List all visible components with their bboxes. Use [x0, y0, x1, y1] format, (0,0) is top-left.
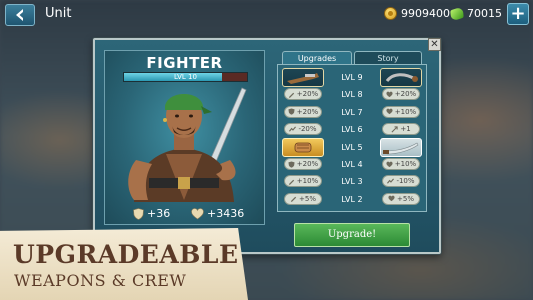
top-bar: Unit 9909400 70015 + [0, 0, 533, 30]
stat-bonus-value: +20% [296, 107, 319, 116]
speed-icon [387, 178, 395, 184]
hero-name: FIGHTER [146, 54, 223, 72]
stat-bonus-right: +5% [382, 192, 420, 205]
heart-icon [386, 108, 393, 115]
heart-icon [191, 207, 204, 219]
shield-icon [133, 207, 144, 220]
stat-bonus-value: +10% [394, 107, 417, 116]
upgrade-row: +20% +10% LVL 4 [280, 157, 424, 172]
stat-bonus-right: +10% [382, 158, 420, 170]
heart-icon [388, 195, 395, 202]
stat-bonus-right: -10% [382, 175, 420, 188]
weapon-slot-right[interactable] [380, 68, 422, 87]
upgrade-level-label: LVL 5 [341, 142, 363, 152]
fist-icon [294, 142, 312, 152]
gem-counter: 70015 [450, 5, 502, 22]
upgrade-button[interactable]: Upgrade! [294, 223, 410, 247]
upgrade-row: LVL 5 [280, 137, 424, 157]
close-icon: ✕ [430, 39, 439, 50]
stat-bonus-left: +10% [284, 175, 322, 188]
stat-bonus-left: +20% [284, 158, 322, 170]
health-stat: +3436 [191, 207, 244, 220]
upgrade-row: +20% +20% LVL 8 [280, 87, 424, 102]
upgrade-row: -20% +1 LVL 6 [280, 122, 424, 137]
speed-icon [289, 126, 297, 132]
sword-icon [288, 92, 294, 98]
stat-bonus-value: +20% [296, 90, 319, 99]
stat-bonus-right: +1 [382, 123, 420, 136]
tab-story[interactable]: Story [354, 51, 422, 65]
upgrade-level-label: LVL 6 [341, 125, 363, 135]
plus-icon: + [510, 3, 526, 24]
gem-icon [450, 5, 464, 22]
stat-bonus-left: +20% [284, 88, 322, 101]
shield-icon [288, 160, 295, 168]
stat-bonus-right: +10% [382, 105, 420, 118]
gem-amount: 70015 [467, 7, 502, 20]
add-currency-button[interactable]: + [507, 3, 529, 25]
blunderbuss-icon [287, 73, 319, 84]
coin-counter: 9909400 [384, 7, 450, 20]
upgrade-level-label: LVL 9 [341, 73, 363, 82]
hero-level-label: LVL 10 [174, 73, 197, 81]
stat-bonus-left: +20% [284, 105, 322, 118]
banner-subheadline: WEAPONS & CREW [14, 271, 187, 290]
stat-bonus-left: -20% [284, 123, 322, 136]
stat-bonus-value: +5% [299, 194, 316, 203]
upgrade-level-label: LVL 3 [341, 177, 363, 187]
cutlass-icon [383, 142, 419, 154]
chevron-left-icon [16, 9, 23, 21]
upgrade-row: LVL 9 [280, 68, 424, 87]
stat-bonus-value: -20% [298, 125, 317, 134]
tab-upgrades[interactable]: Upgrades [282, 51, 352, 65]
fighter-portrait [128, 87, 247, 202]
coin-icon [384, 7, 397, 20]
back-button[interactable] [5, 4, 35, 26]
stat-bonus-value: +5% [397, 194, 414, 203]
range-icon [391, 126, 398, 133]
stat-bonus-value: +10% [296, 177, 319, 186]
shield-icon [288, 108, 295, 115]
stat-bonus-value: +20% [394, 90, 417, 99]
heart-icon [386, 91, 393, 98]
upgrade-level-label: LVL 7 [341, 107, 363, 117]
sword-icon [290, 197, 297, 203]
stat-bonus-value: -10% [396, 177, 415, 186]
upgrade-level-label: LVL 4 [341, 160, 363, 169]
weapon-slot-left[interactable] [282, 68, 324, 87]
sword-icon [288, 179, 294, 185]
armor-stat: +36 [133, 207, 170, 220]
chain-weapon-icon [385, 73, 418, 83]
upgrade-level-label: LVL 2 [341, 194, 363, 204]
weapon-slot-left[interactable] [282, 137, 324, 157]
hero-level-bar: LVL 10 [123, 72, 248, 82]
upgrade-level-label: LVL 8 [341, 90, 363, 100]
health-value: +3436 [207, 207, 245, 220]
stat-bonus-value: +1 [400, 125, 411, 134]
heart-icon [386, 161, 393, 167]
stat-bonus-value: +10% [394, 160, 417, 168]
upgrade-row: +10% -10% LVL 3 [280, 174, 424, 189]
armor-value: +36 [147, 207, 171, 220]
stat-bonus-value: +20% [296, 160, 319, 168]
close-button[interactable]: ✕ [428, 38, 441, 51]
banner-headline: UPGRADEABLE [13, 240, 239, 269]
coin-amount: 9909400 [401, 7, 450, 20]
upgrade-row: +20% +10% LVL 7 [280, 105, 424, 120]
upgrade-row: +5% +5% LVL 2 [280, 192, 424, 207]
stat-bonus-right: +20% [382, 88, 420, 101]
screen-title: Unit [45, 6, 72, 21]
weapon-slot-right[interactable] [380, 137, 422, 157]
stat-bonus-left: +5% [284, 192, 322, 205]
